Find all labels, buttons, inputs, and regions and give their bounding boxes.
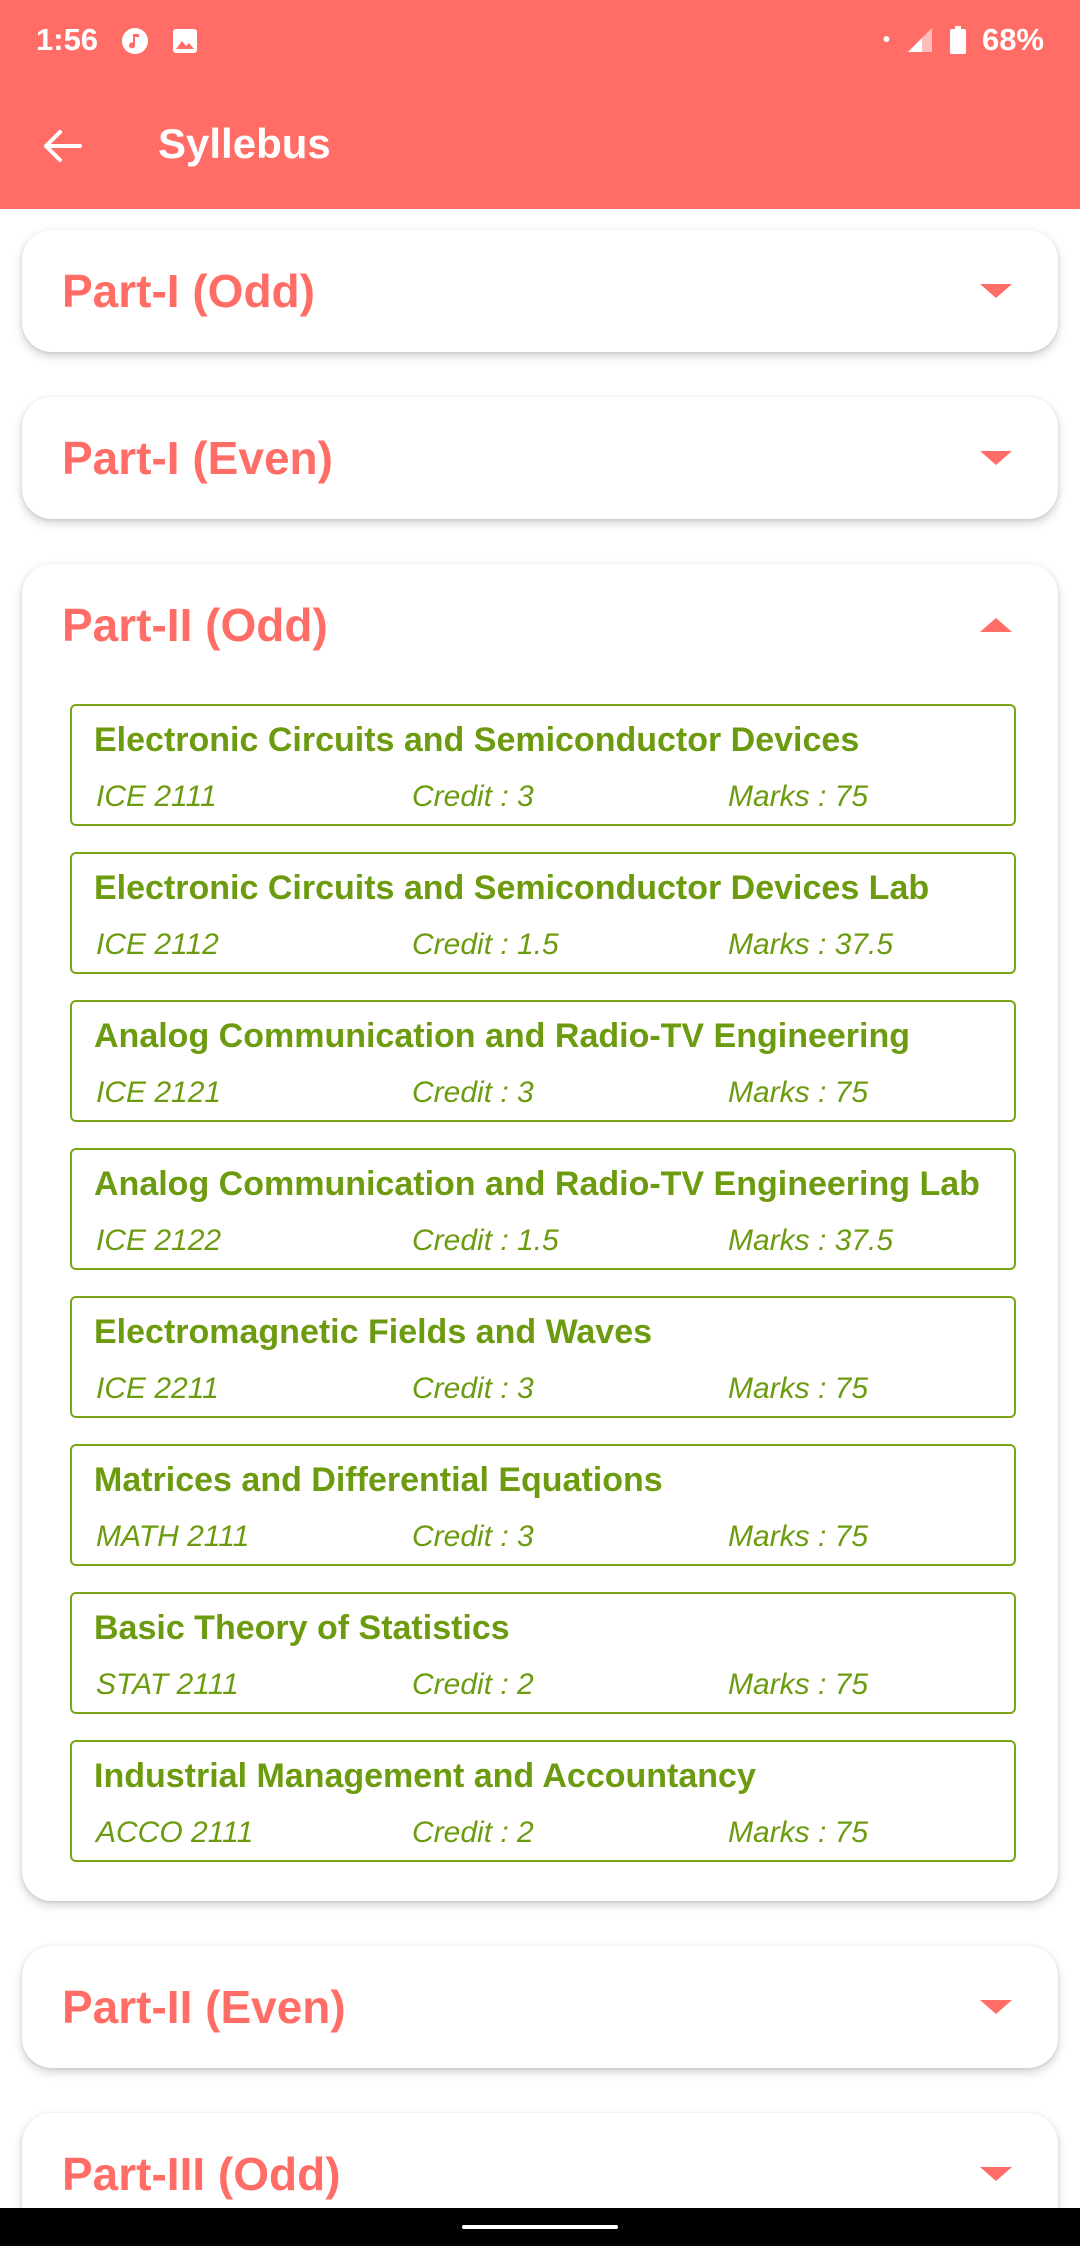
signal-icon <box>907 28 932 52</box>
image-icon <box>173 29 197 53</box>
course-item[interactable]: Electromagnetic Fields and Waves ICE 221… <box>70 1296 1016 1418</box>
course-marks: Marks : 37.5 <box>728 928 894 961</box>
course-name: Electronic Circuits and Semiconductor De… <box>94 721 860 759</box>
section-card-part-ii-odd: Part-II (Odd) Electronic Circuits and Se… <box>22 564 1058 1901</box>
section-header[interactable]: Part-II (Odd) <box>62 564 328 686</box>
home-gesture-handle[interactable] <box>462 2225 618 2229</box>
battery-percent: 68% <box>981 22 1044 57</box>
course-item[interactable]: Basic Theory of Statistics STAT 2111 Cre… <box>70 1592 1016 1714</box>
chevron-down-icon[interactable] <box>980 284 1012 298</box>
battery-icon <box>949 26 966 54</box>
section-header[interactable]: Part-II (Even) <box>62 1946 346 2068</box>
course-credit: Credit : 3 <box>412 1076 534 1109</box>
course-code: ICE 2121 <box>96 1076 222 1109</box>
section-card-part-i-odd[interactable]: Part-I (Odd) <box>22 230 1058 352</box>
course-item[interactable]: Analog Communication and Radio-TV Engine… <box>70 1000 1016 1122</box>
course-item[interactable]: Electronic Circuits and Semiconductor De… <box>70 704 1016 826</box>
app-bar: Syllebus <box>0 84 1080 209</box>
course-name: Basic Theory of Statistics <box>94 1609 510 1647</box>
section-header[interactable]: Part-I (Even) <box>62 397 333 519</box>
section-title: Part-III (Odd) <box>62 2148 341 2200</box>
status-bar: 1:56 • 68% <box>0 0 1080 84</box>
dot-icon: • <box>882 28 890 51</box>
chevron-down-icon[interactable] <box>980 451 1012 465</box>
course-code: ACCO 2111 <box>96 1816 254 1849</box>
music-icon <box>122 28 148 54</box>
course-item[interactable]: Industrial Management and Accountancy AC… <box>70 1740 1016 1862</box>
course-name: Electromagnetic Fields and Waves <box>94 1313 653 1351</box>
course-credit: Credit : 3 <box>412 1372 534 1405</box>
chevron-down-icon[interactable] <box>980 2167 1012 2181</box>
status-right: • 68% <box>883 22 1044 58</box>
course-item[interactable]: Analog Communication and Radio-TV Engine… <box>70 1148 1016 1270</box>
section-header[interactable]: Part-I (Odd) <box>62 230 315 352</box>
course-marks: Marks : 75 <box>728 1816 869 1849</box>
course-credit: Credit : 3 <box>412 780 534 813</box>
course-credit: Credit : 3 <box>412 1520 534 1553</box>
course-credit: Credit : 2 <box>412 1668 534 1701</box>
course-credit: Credit : 2 <box>412 1816 534 1849</box>
course-name: Matrices and Differential Equations <box>94 1461 663 1499</box>
page-title: Syllebus <box>158 120 331 167</box>
course-marks: Marks : 75 <box>728 1668 869 1701</box>
section-card-part-i-even[interactable]: Part-I (Even) <box>22 397 1058 519</box>
course-code: MATH 2111 <box>96 1520 250 1553</box>
course-credit: Credit : 1.5 <box>412 928 559 961</box>
chevron-down-icon[interactable] <box>980 2000 1012 2014</box>
course-marks: Marks : 75 <box>728 1520 869 1553</box>
course-code: ICE 2211 <box>96 1372 219 1405</box>
section-title: Part-II (Even) <box>62 1981 346 2033</box>
status-time: 1:56 <box>36 22 99 57</box>
section-title: Part-II (Odd) <box>62 599 328 651</box>
course-name: Industrial Management and Accountancy <box>94 1757 756 1795</box>
course-name: Analog Communication and Radio-TV Engine… <box>94 1165 980 1203</box>
course-code: ICE 2111 <box>96 780 217 813</box>
arrow-left-icon[interactable] <box>40 124 84 168</box>
section-title: Part-I (Odd) <box>62 265 315 317</box>
section-title: Part-I (Even) <box>62 432 333 484</box>
course-marks: Marks : 75 <box>728 1076 869 1109</box>
section-card-part-ii-even[interactable]: Part-II (Even) <box>22 1946 1058 2068</box>
course-marks: Marks : 37.5 <box>728 1224 894 1257</box>
course-marks: Marks : 75 <box>728 780 869 813</box>
course-name: Analog Communication and Radio-TV Engine… <box>94 1017 911 1055</box>
course-credit: Credit : 1.5 <box>412 1224 559 1257</box>
course-code: ICE 2112 <box>96 928 219 961</box>
chevron-up-icon[interactable] <box>980 618 1012 632</box>
course-item[interactable]: Matrices and Differential Equations MATH… <box>70 1444 1016 1566</box>
course-name: Electronic Circuits and Semiconductor De… <box>94 869 930 907</box>
course-item[interactable]: Electronic Circuits and Semiconductor De… <box>70 852 1016 974</box>
course-code: ICE 2122 <box>96 1224 222 1257</box>
course-marks: Marks : 75 <box>728 1372 869 1405</box>
course-code: STAT 2111 <box>96 1668 239 1701</box>
